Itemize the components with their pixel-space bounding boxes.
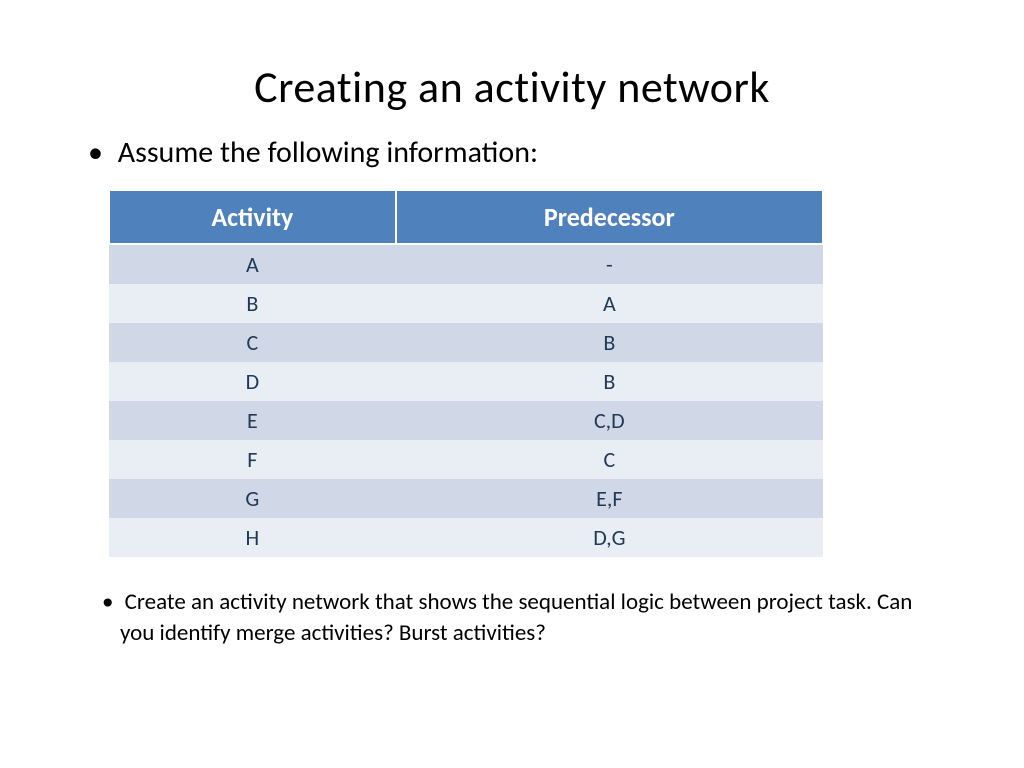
- cell-activity: F: [109, 440, 396, 479]
- cell-predecessor: C: [396, 440, 823, 479]
- table-row: D B: [109, 362, 823, 401]
- table-row: A -: [109, 244, 823, 284]
- cell-activity: B: [109, 284, 396, 323]
- table-row: H D,G: [109, 518, 823, 557]
- col-predecessor: Predecessor: [396, 190, 823, 244]
- activity-table-wrap: Activity Predecessor A - B A C B D B E: [108, 189, 824, 557]
- cell-predecessor: A: [396, 284, 823, 323]
- col-activity: Activity: [109, 190, 396, 244]
- cell-predecessor: B: [396, 323, 823, 362]
- bullet-task: Create an activity network that shows th…: [90, 587, 944, 649]
- cell-predecessor: B: [396, 362, 823, 401]
- cell-activity: E: [109, 401, 396, 440]
- slide-title: Creating an activity network: [80, 60, 944, 114]
- table-row: F C: [109, 440, 823, 479]
- activity-table: Activity Predecessor A - B A C B D B E: [108, 189, 824, 557]
- cell-predecessor: E,F: [396, 479, 823, 518]
- cell-predecessor: -: [396, 244, 823, 284]
- table-row: C B: [109, 323, 823, 362]
- cell-activity: D: [109, 362, 396, 401]
- cell-predecessor: C,D: [396, 401, 823, 440]
- cell-activity: C: [109, 323, 396, 362]
- bullet-intro: Assume the following information:: [80, 134, 944, 171]
- table-row: E C,D: [109, 401, 823, 440]
- cell-activity: G: [109, 479, 396, 518]
- table-row: G E,F: [109, 479, 823, 518]
- cell-activity: H: [109, 518, 396, 557]
- table-row: B A: [109, 284, 823, 323]
- cell-predecessor: D,G: [396, 518, 823, 557]
- cell-activity: A: [109, 244, 396, 284]
